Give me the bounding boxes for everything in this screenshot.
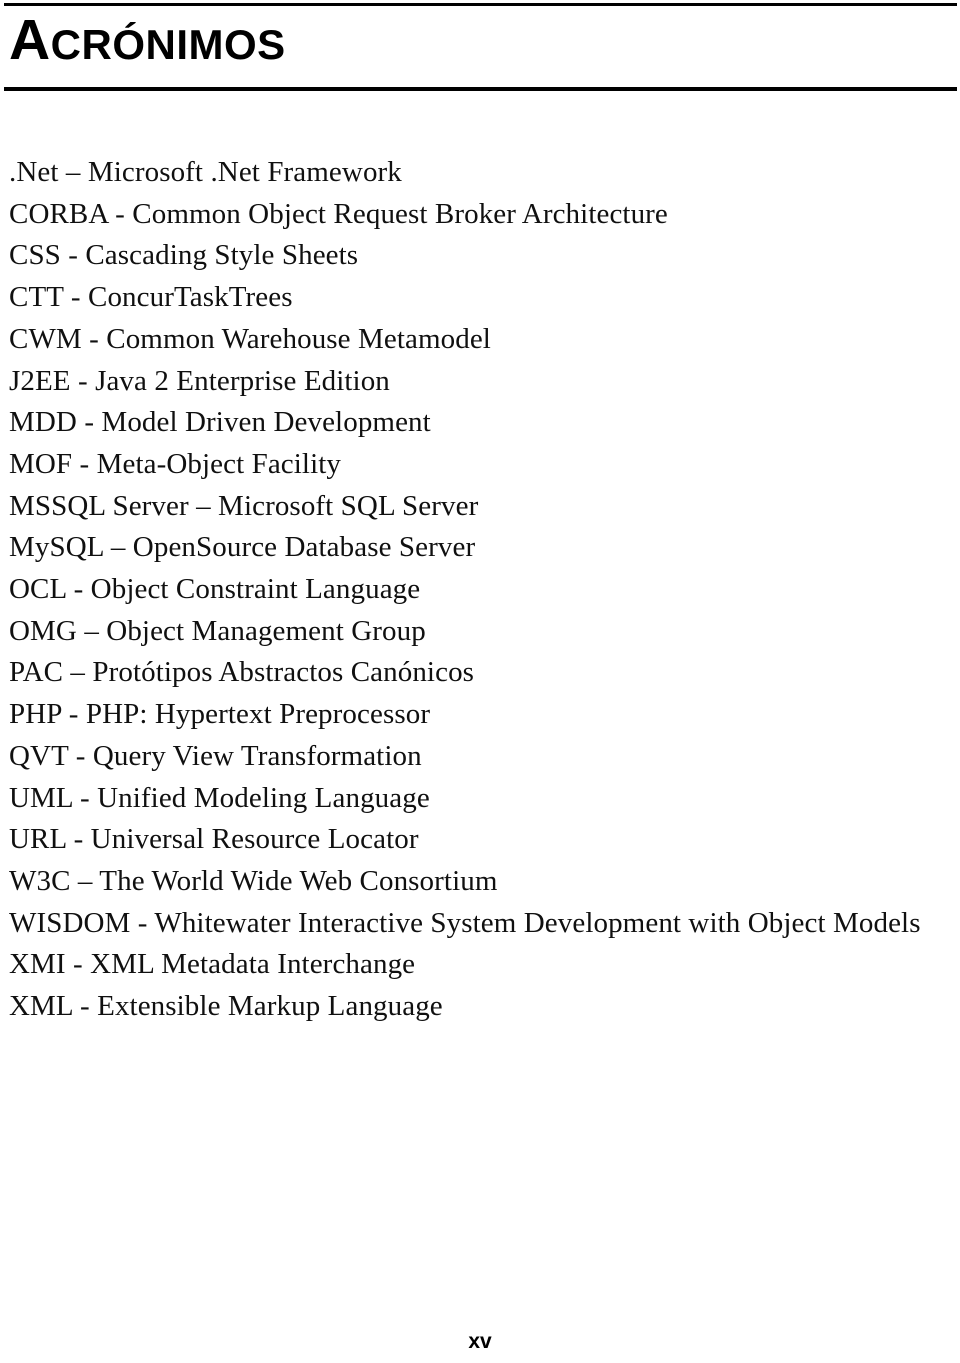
page-number: xv	[468, 1330, 492, 1353]
list-item: MOF - Meta-Object Facility	[9, 447, 342, 480]
document-page: ACRÓNIMOS .Net – Microsoft .Net Framewor…	[0, 0, 960, 1363]
list-item: OMG – Object Management Group	[9, 614, 426, 647]
list-item: MSSQL Server – Microsoft SQL Server	[9, 489, 479, 522]
list-item: PHP - PHP: Hypertext Preprocessor	[9, 698, 431, 731]
list-item: URL - Universal Resource Locator	[9, 823, 419, 856]
list-item: CSS - Cascading Style Sheets	[9, 239, 359, 272]
list-item: MySQL – OpenSource Database Server	[9, 531, 476, 564]
list-item: PAC – Protótipos Abstractos Canónicos	[9, 656, 475, 689]
header-top-rule	[4, 3, 957, 6]
list-item: XMI - XML Metadata Interchange	[9, 948, 416, 981]
list-item: OCL - Object Constraint Language	[9, 573, 421, 606]
page-title-first-letter: A	[9, 8, 51, 72]
list-item: UML - Unified Modeling Language	[9, 781, 430, 814]
list-item: CTT - ConcurTaskTrees	[9, 281, 293, 314]
page-title-rest: CRÓNIMOS	[50, 21, 286, 68]
list-item: W3C – The World Wide Web Consortium	[9, 864, 498, 897]
header-bottom-rule	[4, 87, 957, 91]
page-footer: xv	[0, 1330, 960, 1354]
list-item: MDD - Model Driven Development	[9, 406, 431, 439]
page-title: ACRÓNIMOS	[9, 12, 286, 76]
list-item: WISDOM - Whitewater Interactive System D…	[9, 906, 921, 939]
list-item: CWM - Common Warehouse Metamodel	[9, 322, 491, 355]
list-item: .Net – Microsoft .Net Framework	[9, 156, 402, 188]
list-item: QVT - Query View Transformation	[9, 739, 422, 772]
list-item: J2EE - Java 2 Enterprise Edition	[9, 364, 390, 397]
list-item: XML - Extensible Markup Language	[9, 990, 443, 1023]
acronym-list: .Net – Microsoft .Net Framework CORBA - …	[9, 152, 949, 1028]
list-item: CORBA - Common Object Request Broker Arc…	[9, 197, 668, 230]
